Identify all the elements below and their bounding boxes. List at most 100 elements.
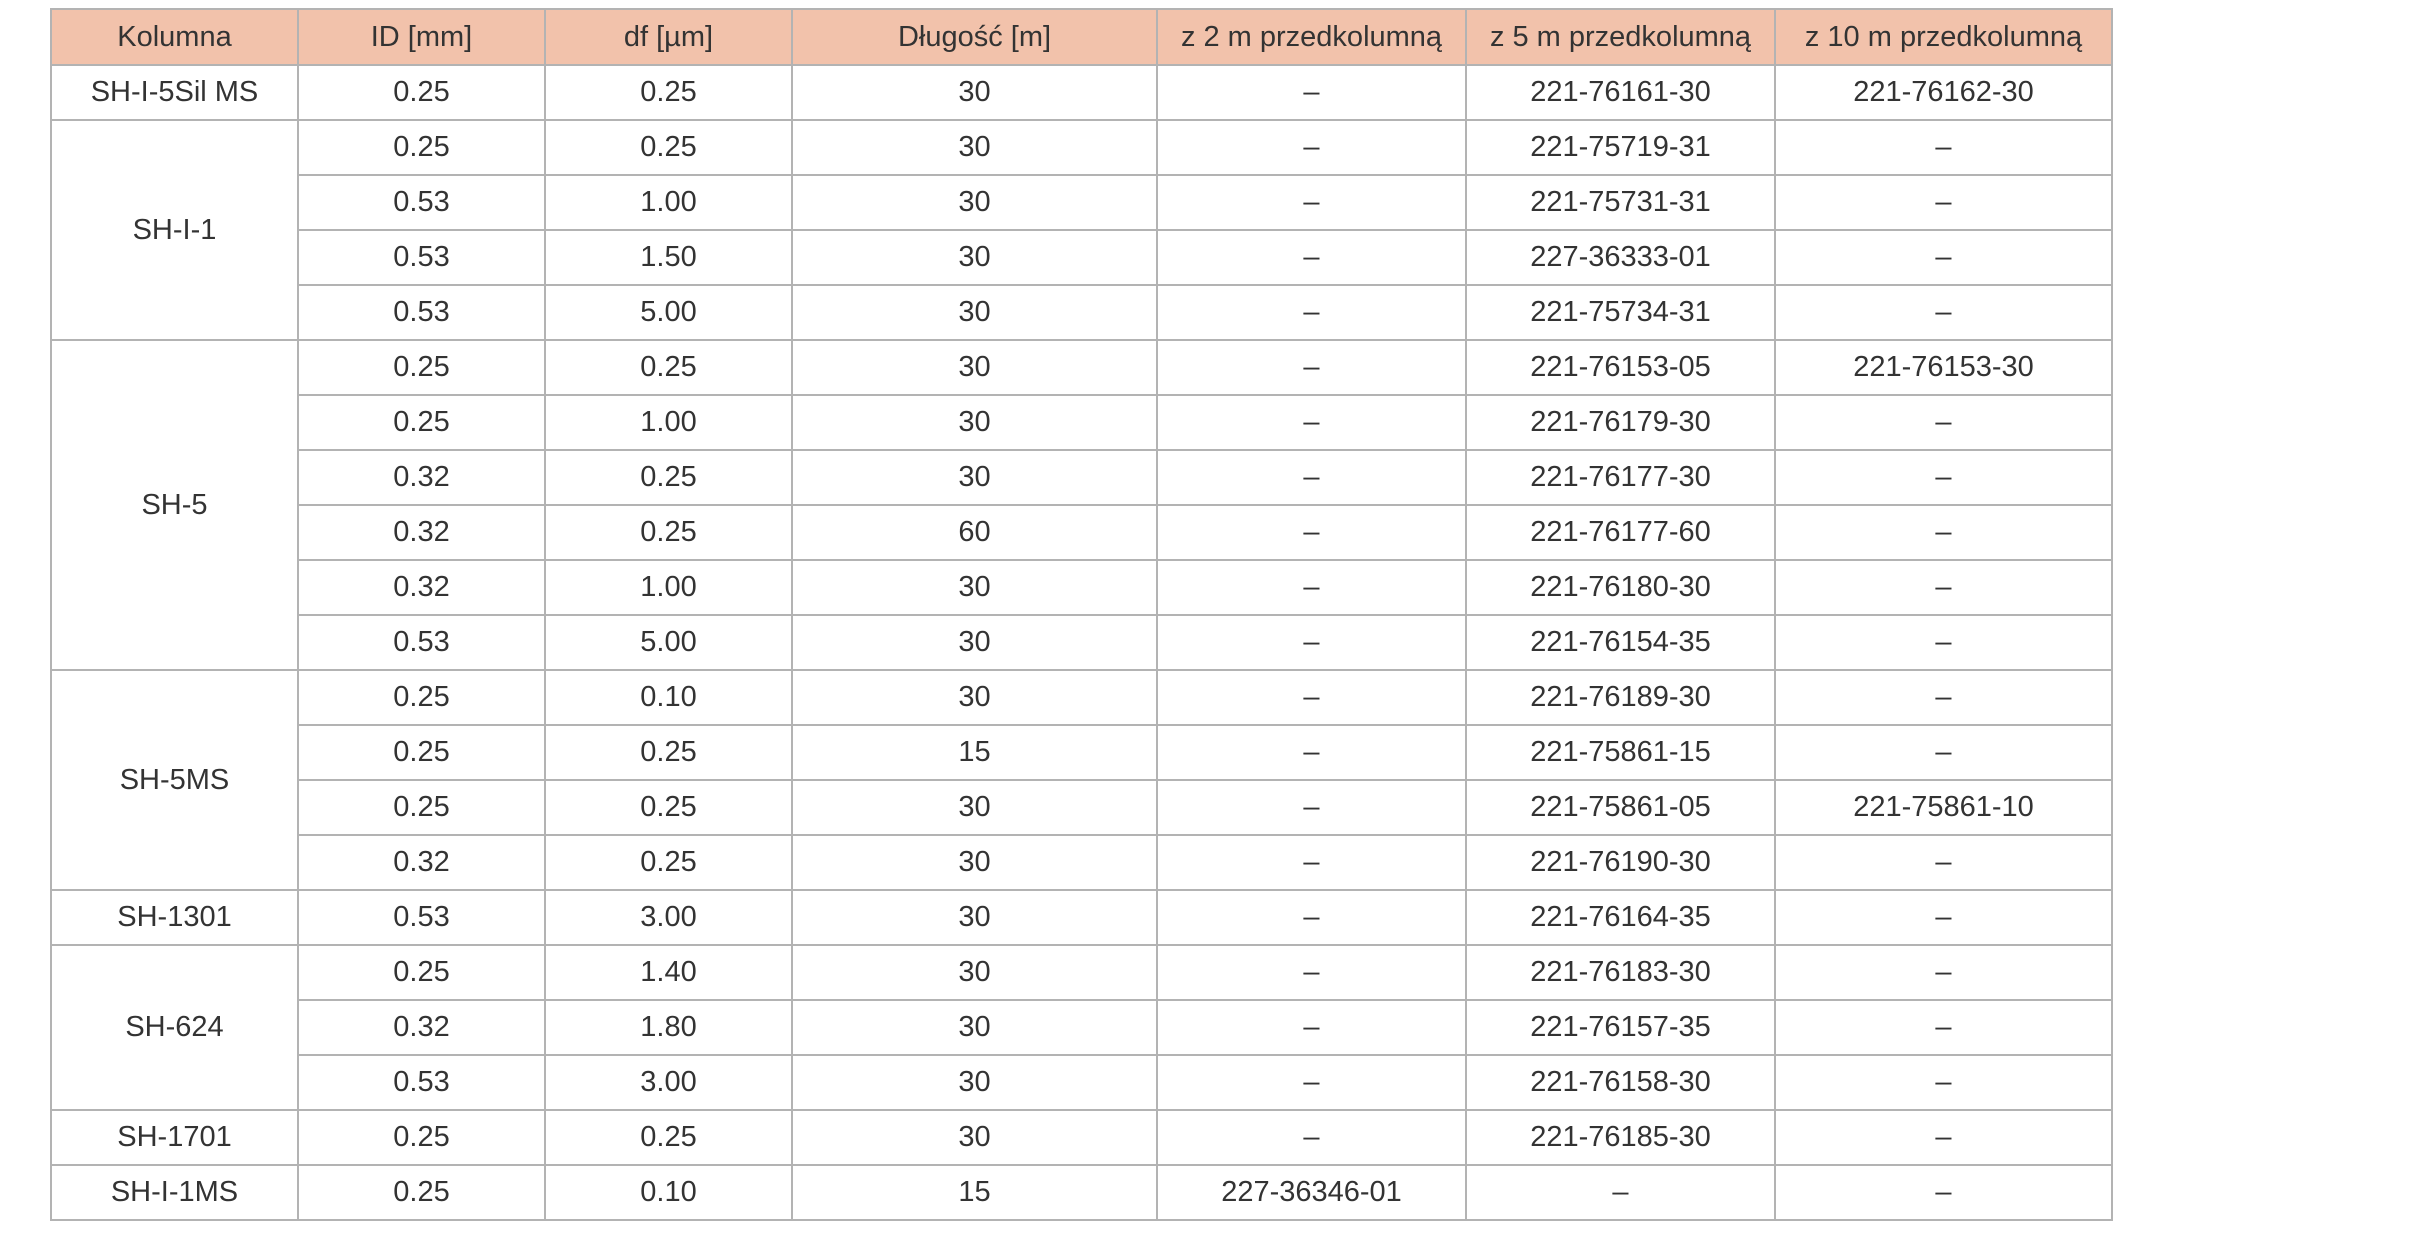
df-cell: 5.00 — [544, 284, 793, 341]
length-cell: 30 — [791, 174, 1158, 231]
length-cell: 30 — [791, 614, 1158, 671]
id-cell: 0.25 — [297, 779, 546, 836]
length-cell: 30 — [791, 449, 1158, 506]
table-row: 0.25 0.25 15–221-75861-15– — [51, 724, 2113, 781]
column-name-cell: SH-5MS — [50, 669, 299, 891]
z10m-cell: – — [1774, 834, 2113, 891]
z5m-cell: 221-76189-30 — [1465, 669, 1776, 726]
table-row: 0.53 5.00 30–221-76154-35– — [51, 614, 2113, 671]
length-cell: 30 — [791, 559, 1158, 616]
z5m-cell: 221-75719-31 — [1465, 119, 1776, 176]
header-row: Kolumna ID [mm] df [µm] Długość [m] z 2 m pr… — [50, 8, 2113, 66]
df-cell: 0.25 — [544, 504, 793, 561]
length-cell: 30 — [791, 284, 1158, 341]
z5m-cell: 221-76164-35 — [1465, 889, 1776, 946]
table-row: SH-I-1MS 0.25 0.10 15 227-36346-01– – — [50, 1164, 2113, 1221]
id-cell: 0.32 — [297, 559, 546, 616]
z10m-cell: – — [1774, 999, 2113, 1056]
z5m-cell: 221-75861-05 — [1465, 779, 1776, 836]
length-cell: 15 — [791, 724, 1158, 781]
z2m-cell: – — [1156, 1054, 1467, 1111]
z2m-cell: – — [1156, 559, 1467, 616]
z2m-cell: – — [1156, 614, 1467, 671]
z2m-cell: – — [1156, 669, 1467, 726]
z5m-cell: 221-75734-31 — [1465, 284, 1776, 341]
z10m-cell: 221-76162-30 — [1774, 64, 2113, 121]
z5m-cell: 221-76190-30 — [1465, 834, 1776, 891]
z2m-cell: – — [1156, 999, 1467, 1056]
length-cell: 30 — [791, 339, 1158, 396]
header-dlugosc: Długość [m] — [791, 8, 1158, 66]
z5m-cell: 221-75861-15 — [1465, 724, 1776, 781]
length-cell: 30 — [791, 889, 1158, 946]
table-row: SH-1701 0.25 0.25 30–221-76185-30– — [50, 1109, 2113, 1166]
header-id: ID [mm] — [297, 8, 546, 66]
table-row: SH-I-1 0.25 0.25 30–221-75719-31– — [50, 119, 2113, 341]
df-cell: 0.25 — [544, 339, 793, 396]
table-row: 0.32 0.25 60–221-76177-60– — [51, 504, 2113, 561]
z10m-cell: – — [1774, 284, 2113, 341]
length-cell: 60 — [791, 504, 1158, 561]
df-cell: 1.50 — [544, 229, 793, 286]
z10m-cell: – — [1774, 724, 2113, 781]
z2m-cell: – — [1156, 284, 1467, 341]
z5m-cell: 221-76179-30 — [1465, 394, 1776, 451]
table-row: SH-624 0.25 1.40 30–221-76183-30– — [50, 944, 2113, 1111]
table-row: 0.32 0.25 30–221-76190-30– — [51, 834, 2113, 891]
z10m-cell: – — [1774, 119, 2113, 176]
table-row: 0.53 5.00 30–221-75734-31– — [51, 284, 2113, 341]
df-cell: 0.25 — [544, 834, 793, 891]
z2m-cell: – — [1156, 119, 1467, 176]
id-cell: 0.25 — [297, 394, 546, 451]
table-row: 0.25 1.00 30–221-76179-30– — [51, 394, 2113, 451]
table-row: 0.25 0.25 30–221-75861-05 221-75861-10 — [51, 779, 2113, 836]
df-cell: 0.10 — [544, 669, 793, 726]
df-cell: 0.25 — [544, 64, 793, 121]
z10m-cell: – — [1774, 229, 2113, 286]
column-name-cell: SH-I-5Sil MS — [50, 64, 299, 121]
z10m-cell: – — [1774, 614, 2113, 671]
z10m-cell: – — [1774, 174, 2113, 231]
z2m-cell: – — [1156, 64, 1467, 121]
id-cell: 0.53 — [297, 614, 546, 671]
z10m-cell: – — [1774, 1164, 2113, 1221]
df-cell: 0.25 — [544, 449, 793, 506]
column-name-cell: SH-1701 — [50, 1109, 299, 1166]
table-row: SH-1301 0.53 3.00 30–221-76164-35– — [50, 889, 2113, 946]
table-row: 0.32 1.80 30–221-76157-35– — [51, 999, 2113, 1056]
df-cell: 5.00 — [544, 614, 793, 671]
column-name-cell: SH-I-1 — [50, 119, 299, 341]
table-header: Kolumna ID [mm] df [µm] Długość [m] z 2 m pr… — [50, 8, 2113, 66]
length-cell: 30 — [791, 119, 1158, 176]
id-cell: 0.53 — [297, 1054, 546, 1111]
z2m-cell: – — [1156, 834, 1467, 891]
id-cell: 0.53 — [297, 174, 546, 231]
z10m-cell: – — [1774, 394, 2113, 451]
table-row: SH-5MS 0.25 0.10 30–221-76189-30– — [50, 669, 2113, 891]
z5m-cell: – — [1465, 1164, 1776, 1221]
z5m-cell: 221-76183-30 — [1465, 944, 1776, 1001]
z5m-cell: 221-76153-05 — [1465, 339, 1776, 396]
z10m-cell: – — [1774, 1109, 2113, 1166]
id-cell: 0.53 — [297, 229, 546, 286]
length-cell: 30 — [791, 999, 1158, 1056]
df-cell: 0.25 — [544, 724, 793, 781]
column-name-cell: SH-1301 — [50, 889, 299, 946]
length-cell: 30 — [791, 1054, 1158, 1111]
z5m-cell: 221-76180-30 — [1465, 559, 1776, 616]
length-cell: 15 — [791, 1164, 1158, 1221]
z2m-cell: – — [1156, 449, 1467, 506]
z10m-cell: – — [1774, 669, 2113, 726]
table-row: 0.32 0.25 30–221-76177-30– — [51, 449, 2113, 506]
id-cell: 0.25 — [297, 1164, 546, 1221]
df-cell: 0.25 — [544, 1109, 793, 1166]
z5m-cell: 221-76177-60 — [1465, 504, 1776, 561]
z2m-cell: – — [1156, 779, 1467, 836]
header-z10m: z 10 m przedkolumną — [1774, 8, 2113, 66]
z10m-cell: – — [1774, 944, 2113, 1001]
table-row: 0.53 1.00 30–221-75731-31– — [51, 174, 2113, 231]
length-cell: 30 — [791, 64, 1158, 121]
length-cell: 30 — [791, 1109, 1158, 1166]
length-cell: 30 — [791, 834, 1158, 891]
df-cell: 3.00 — [544, 889, 793, 946]
